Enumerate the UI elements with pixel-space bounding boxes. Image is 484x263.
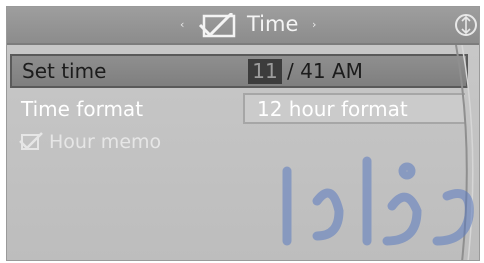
menu-item-set-time[interactable]: Set time 11 / 41 AM [10, 54, 468, 88]
set-time-label: Set time [22, 59, 107, 83]
checkbox-clock-icon [198, 13, 236, 38]
hour-field[interactable]: 11 [248, 59, 282, 84]
previous-arrow-icon[interactable]: ‹ [180, 18, 184, 31]
header-divider [7, 43, 479, 45]
watermark-logo [282, 156, 474, 246]
time-format-selector[interactable]: 12 hour format [243, 93, 465, 124]
menu-item-hour-memo: Hour memo [49, 131, 162, 153]
display-screen: ‹ Time › Set time 11 / 41 AM Time format… [6, 6, 480, 261]
options-icon[interactable] [453, 12, 479, 38]
menu-item-time-format[interactable]: Time format [21, 97, 143, 121]
next-arrow-icon[interactable]: › [312, 18, 316, 31]
minute-ampm-value[interactable]: / 41 AM [287, 59, 363, 83]
checkmark-icon [19, 132, 43, 150]
page-title: Time [247, 12, 299, 36]
title-bar: ‹ Time › [7, 7, 479, 43]
time-format-value: 12 hour format [257, 97, 408, 121]
